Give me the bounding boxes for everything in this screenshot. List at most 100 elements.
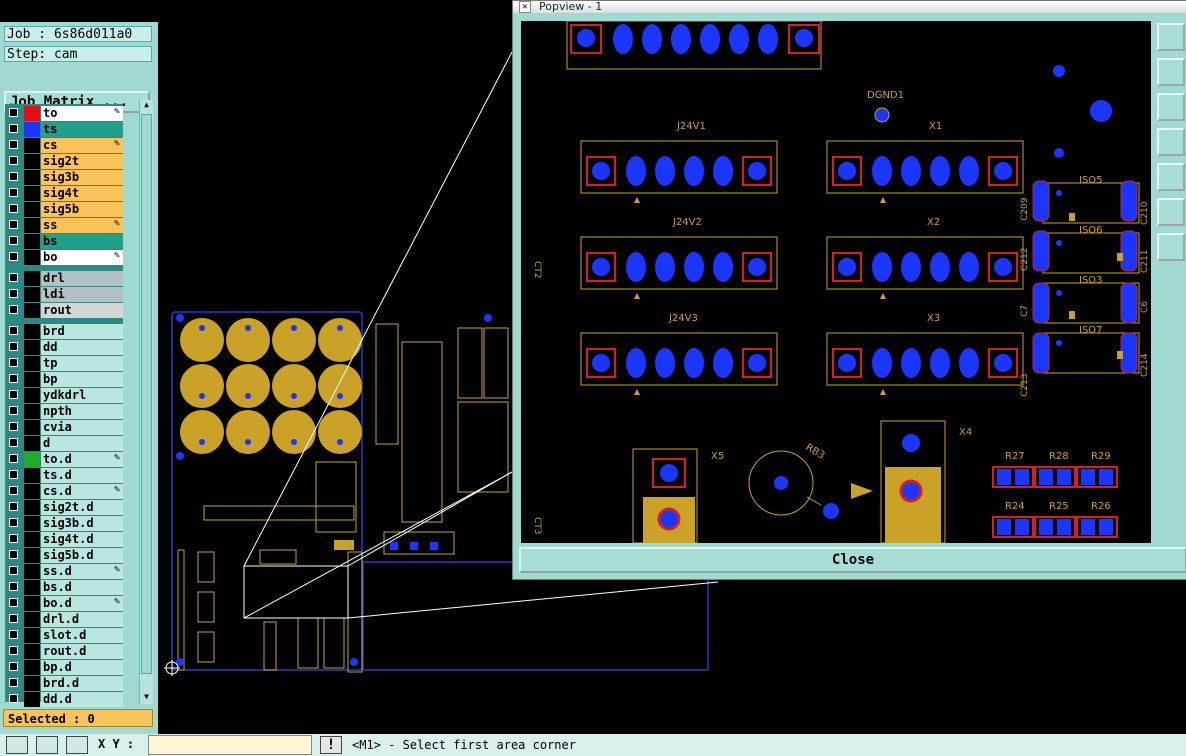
pan-up-icon[interactable] — [1157, 58, 1185, 86]
layer-checkbox[interactable] — [9, 188, 18, 197]
layer-checkbox[interactable] — [9, 172, 18, 181]
layer-row[interactable]: sig3b.d — [5, 516, 123, 531]
layer-checkbox[interactable] — [9, 108, 18, 117]
layer-marker[interactable] — [24, 170, 40, 185]
layer-checkbox[interactable] — [9, 470, 18, 479]
layer-marker[interactable] — [24, 532, 40, 547]
layer-checkbox[interactable] — [9, 502, 18, 511]
layer-row[interactable]: to.d ✎ — [5, 452, 123, 467]
layer-checkbox[interactable] — [9, 358, 18, 367]
layer-marker[interactable] — [24, 356, 40, 371]
grid-icon[interactable] — [66, 736, 88, 754]
layer-marker[interactable] — [24, 692, 40, 707]
layer-row[interactable]: cs ✎ — [5, 138, 123, 153]
layer-row[interactable]: bs — [5, 234, 123, 249]
layer-row[interactable]: brd — [5, 324, 123, 339]
layer-row[interactable]: bs.d — [5, 580, 123, 595]
layer-marker[interactable] — [24, 404, 40, 419]
layer-row[interactable]: bo ✎ — [5, 250, 123, 265]
layer-name[interactable]: cs — [41, 138, 123, 153]
layer-name[interactable]: bp.d — [41, 660, 123, 675]
layer-name[interactable]: drl.d — [41, 612, 123, 627]
layer-marker[interactable] — [24, 186, 40, 201]
popview-canvas[interactable]: DGND1 J24V1 X1 J24V2 X2 J24V3 X3 ISO5 IS… — [521, 21, 1151, 543]
layer-marker[interactable] — [24, 676, 40, 691]
layer-name[interactable]: sig3b — [41, 170, 123, 185]
layer-marker[interactable] — [24, 324, 40, 339]
layer-checkbox[interactable] — [9, 236, 18, 245]
layer-checkbox[interactable] — [9, 694, 18, 703]
layer-name[interactable]: rout — [41, 303, 123, 318]
layer-name[interactable]: sig4t.d — [41, 532, 123, 547]
xy-input[interactable] — [148, 735, 312, 755]
layer-checkbox[interactable] — [9, 390, 18, 399]
layer-marker[interactable] — [24, 303, 40, 318]
layer-checkbox[interactable] — [9, 566, 18, 575]
close-button[interactable]: Close — [519, 547, 1186, 573]
scroll-down-icon[interactable]: ▼ — [140, 692, 153, 702]
layer-marker[interactable] — [24, 420, 40, 435]
layer-marker[interactable] — [24, 250, 40, 265]
layer-row[interactable]: sig2t.d — [5, 500, 123, 515]
layer-checkbox[interactable] — [9, 305, 18, 314]
layer-row[interactable]: bp — [5, 372, 123, 387]
layer-checkbox[interactable] — [9, 124, 18, 133]
layer-marker[interactable] — [24, 138, 40, 153]
layer-marker[interactable] — [24, 516, 40, 531]
layer-marker[interactable] — [24, 468, 40, 483]
layer-marker[interactable] — [24, 644, 40, 659]
layer-checkbox[interactable] — [9, 678, 18, 687]
layer-name[interactable]: bp — [41, 372, 123, 387]
layer-checkbox[interactable] — [9, 252, 18, 261]
layer-row[interactable]: dd.d — [5, 692, 123, 707]
layer-row[interactable]: dd — [5, 340, 123, 355]
layer-marker[interactable] — [24, 564, 40, 579]
layer-row[interactable]: d — [5, 436, 123, 451]
layer-checkbox[interactable] — [9, 630, 18, 639]
layer-checkbox[interactable] — [9, 156, 18, 165]
layer-marker[interactable] — [24, 234, 40, 249]
layer-marker[interactable] — [24, 202, 40, 217]
layer-marker[interactable] — [24, 548, 40, 563]
layer-checkbox[interactable] — [9, 342, 18, 351]
layer-name[interactable]: sig2t — [41, 154, 123, 169]
layer-row[interactable]: ts.d — [5, 468, 123, 483]
layer-name[interactable]: bs — [41, 234, 123, 249]
scroll-up-icon[interactable]: ▲ — [140, 100, 153, 110]
layer-list-scrollbar[interactable]: ▲ ▼ — [139, 100, 153, 704]
layer-checkbox[interactable] — [9, 550, 18, 559]
layer-marker[interactable] — [24, 271, 40, 286]
layer-name[interactable]: ss — [41, 218, 123, 233]
layer-row[interactable]: sig5b.d — [5, 548, 123, 563]
layer-row[interactable]: bo.d ✎ — [5, 596, 123, 611]
layer-name[interactable]: brd.d — [41, 676, 123, 691]
layer-checkbox[interactable] — [9, 614, 18, 623]
warning-icon[interactable]: ! — [320, 736, 342, 754]
layer-marker[interactable] — [24, 154, 40, 169]
layer-name[interactable]: to — [41, 106, 123, 121]
layer-name[interactable]: bo.d — [41, 596, 123, 611]
layer-name[interactable]: tp — [41, 356, 123, 371]
layer-name[interactable]: drl — [41, 271, 123, 286]
layer-row[interactable]: drl — [5, 271, 123, 286]
layer-marker[interactable] — [24, 660, 40, 675]
zoom-in-icon[interactable] — [1157, 198, 1185, 226]
layer-row[interactable]: cs.d ✎ — [5, 484, 123, 499]
layer-name[interactable]: sig4t — [41, 186, 123, 201]
layer-row[interactable]: brd.d — [5, 676, 123, 691]
layer-marker[interactable] — [24, 436, 40, 451]
layer-marker[interactable] — [24, 612, 40, 627]
layer-checkbox[interactable] — [9, 454, 18, 463]
layer-checkbox[interactable] — [9, 422, 18, 431]
layer-checkbox[interactable] — [9, 406, 18, 415]
layer-name[interactable]: sig2t.d — [41, 500, 123, 515]
layer-row[interactable]: sig5b — [5, 202, 123, 217]
layer-row[interactable]: rout — [5, 303, 123, 318]
layer-marker[interactable] — [24, 218, 40, 233]
layer-name[interactable]: ldi — [41, 287, 123, 302]
layer-name[interactable]: sig5b.d — [41, 548, 123, 563]
layer-marker[interactable] — [24, 122, 40, 137]
layer-checkbox[interactable] — [9, 646, 18, 655]
layer-row[interactable]: npth — [5, 404, 123, 419]
layer-checkbox[interactable] — [9, 204, 18, 213]
